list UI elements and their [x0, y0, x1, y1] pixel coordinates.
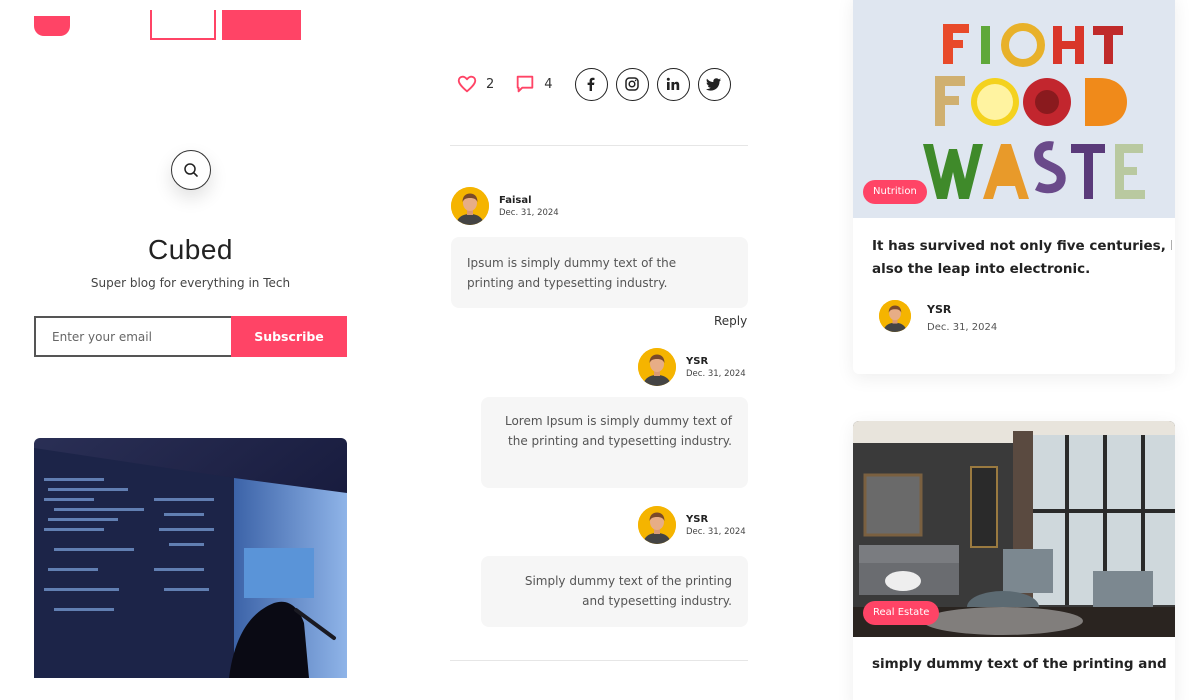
- category-tag[interactable]: Real Estate: [863, 601, 940, 625]
- search-button[interactable]: [171, 150, 211, 190]
- related-post-title-line[interactable]: also the leap into electronic.: [872, 258, 1172, 280]
- commenter-name[interactable]: YSR: [686, 356, 746, 367]
- instagram-share-button[interactable]: [615, 67, 649, 101]
- comment-header: YSR Dec. 31, 2024: [638, 506, 748, 544]
- related-post-image[interactable]: Nutrition: [853, 0, 1175, 218]
- related-post-title-line[interactable]: simply dummy text of the printing and: [872, 653, 1172, 675]
- avatar[interactable]: [879, 300, 911, 332]
- author-name[interactable]: YSR: [927, 303, 997, 316]
- subscribe-button[interactable]: Subscribe: [231, 316, 347, 357]
- comment-text: Simply dummy text of the printing and ty…: [524, 574, 732, 608]
- avatar[interactable]: [451, 187, 489, 225]
- facebook-icon: [587, 77, 595, 91]
- twitter-share-button[interactable]: [697, 67, 731, 101]
- post-author: YSR Dec. 31, 2024: [879, 300, 997, 333]
- comment-date: Dec. 31, 2024: [686, 368, 746, 379]
- related-post-card[interactable]: Real Estate simply dummy text of the pri…: [853, 421, 1175, 700]
- commenter-name[interactable]: YSR: [686, 514, 746, 525]
- nav-outline-button[interactable]: [150, 10, 216, 40]
- search-icon: [184, 163, 198, 177]
- comment-text: Lorem Ipsum is simply dummy text of the …: [504, 414, 732, 448]
- comment-icon: [517, 75, 534, 93]
- post-stats: 2 4: [456, 66, 731, 102]
- comment-header: YSR Dec. 31, 2024: [638, 348, 748, 386]
- heart-icon: [457, 75, 477, 93]
- related-post-card[interactable]: Nutrition It has survived not only five …: [853, 0, 1175, 374]
- comment-bubble: Lorem Ipsum is simply dummy text of the …: [481, 397, 748, 488]
- featured-post-image[interactable]: [34, 438, 347, 678]
- divider-bottom: [450, 660, 748, 661]
- comment-date: Dec. 31, 2024: [686, 526, 746, 537]
- divider-top: [450, 145, 748, 146]
- blog-title: Cubed: [147, 234, 233, 265]
- avatar[interactable]: [638, 506, 676, 544]
- reply-link[interactable]: Reply: [714, 314, 747, 328]
- related-post-title-line[interactable]: It has survived not only five centuries,…: [872, 235, 1172, 257]
- post-date: Dec. 31, 2024: [927, 322, 998, 333]
- related-post-image[interactable]: Real Estate: [853, 421, 1175, 637]
- comment-text: Ipsum is simply dummy text of the printi…: [467, 256, 677, 290]
- comment-bubble: Simply dummy text of the printing and ty…: [481, 556, 748, 627]
- avatar[interactable]: [638, 348, 676, 386]
- logo-mark[interactable]: [34, 16, 70, 36]
- like-count: 2: [486, 76, 495, 92]
- comment-header: Faisal Dec. 31, 2024: [451, 187, 559, 225]
- category-tag[interactable]: Nutrition: [863, 180, 927, 204]
- subscribe-form: Subscribe: [34, 316, 347, 357]
- commenter-name[interactable]: Faisal: [499, 195, 559, 206]
- facebook-share-button[interactable]: [574, 67, 608, 101]
- instagram-icon: [625, 77, 639, 91]
- linkedin-icon: [666, 77, 680, 90]
- email-field[interactable]: [34, 316, 231, 357]
- comment-count: 4: [544, 76, 553, 92]
- blog-tagline: Super blog for everything in Tech: [90, 276, 291, 290]
- social-share: [574, 67, 731, 101]
- nav-filled-button[interactable]: [222, 10, 301, 40]
- like-stat[interactable]: 2: [456, 73, 494, 95]
- comment-stat[interactable]: 4: [514, 73, 553, 95]
- twitter-icon: [706, 78, 722, 91]
- comment-bubble: Ipsum is simply dummy text of the printi…: [451, 237, 748, 308]
- linkedin-share-button[interactable]: [656, 67, 690, 101]
- comment-date: Dec. 31, 2024: [499, 207, 559, 218]
